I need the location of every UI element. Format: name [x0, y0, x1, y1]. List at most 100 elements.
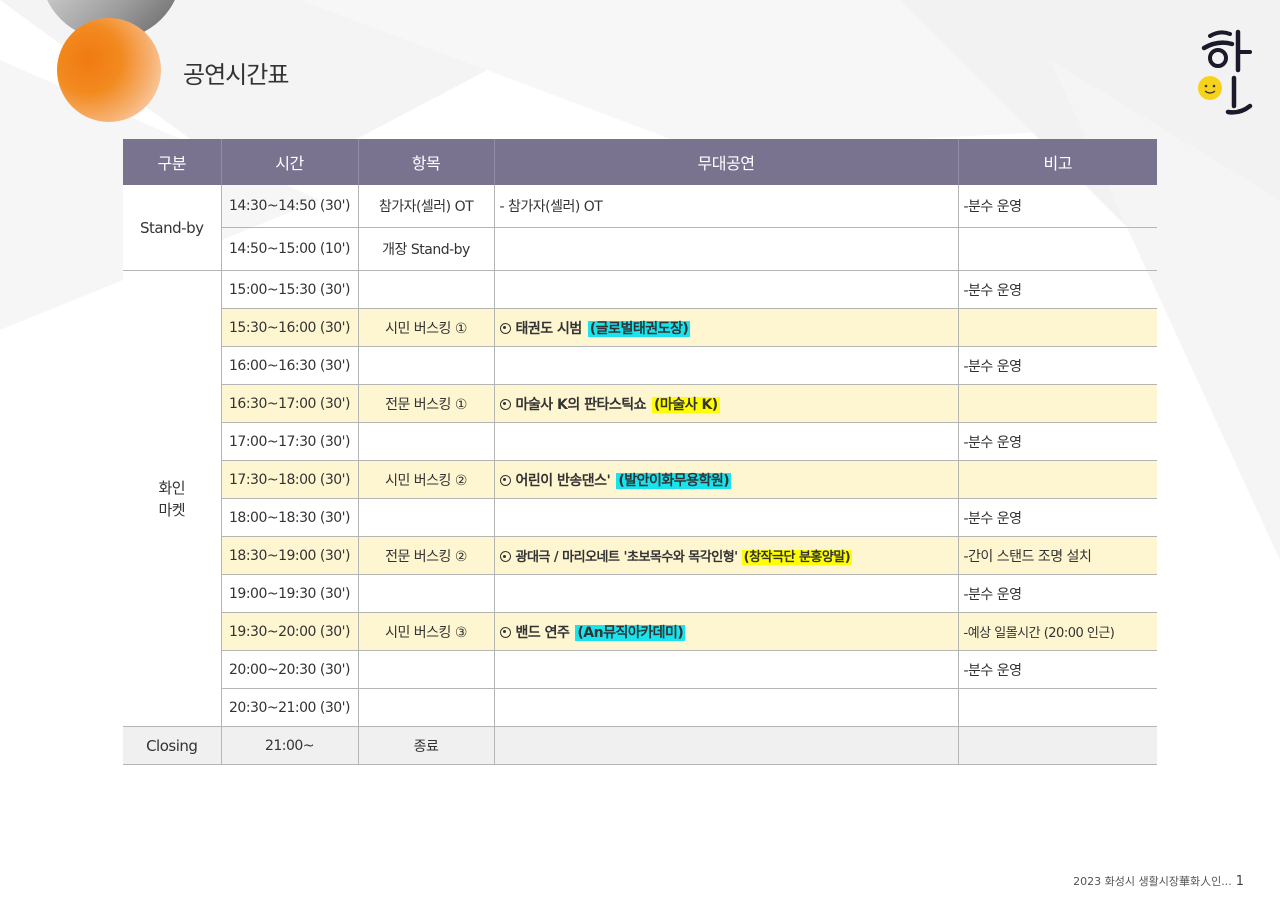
item-cell: 참가자(셀러) OT: [358, 185, 495, 228]
performance-title: 광대극 / 마리오네트 '초보목수와 목각인형': [515, 550, 739, 565]
stage-cell: [494, 422, 959, 461]
table-row: Closing 21:00~ 종료: [123, 726, 1157, 765]
column-header-stage: 무대공연: [494, 139, 959, 185]
circle-dot-icon: [499, 474, 511, 486]
time-cell: 17:00~17:30 (30'): [221, 422, 359, 461]
time-cell: 19:00~19:30 (30'): [221, 574, 359, 613]
hwain-logo-icon: [1198, 29, 1253, 115]
item-cell: [358, 498, 495, 537]
stage-cell: - 참가자(셀러) OT: [494, 185, 959, 228]
stage-cell: [494, 574, 959, 613]
time-cell: 20:00~20:30 (30'): [221, 650, 359, 689]
performance-title: 어린이 반송댄스': [515, 472, 611, 489]
note-cell: [958, 688, 1157, 727]
note-cell: -분수 운영: [958, 422, 1157, 461]
stage-cell: [494, 498, 959, 537]
column-header-note: 비고: [958, 139, 1157, 185]
item-cell: [358, 422, 495, 461]
time-cell: 16:00~16:30 (30'): [221, 346, 359, 385]
column-header-time: 시간: [221, 139, 359, 185]
item-cell: [358, 574, 495, 613]
time-cell: 19:30~20:00 (30'): [221, 612, 359, 651]
table-row: 16:30~17:00 (30') 전문 버스킹 ① 마술사 K의 판타스틱쇼 (…: [123, 384, 1157, 423]
time-cell: 15:00~15:30 (30'): [221, 270, 359, 309]
time-cell: 14:50~15:00 (10'): [221, 227, 359, 271]
table-row: 17:30~18:00 (30') 시민 버스킹 ② 어린이 반송댄스' (발안이…: [123, 460, 1157, 499]
time-cell: 17:30~18:00 (30'): [221, 460, 359, 499]
stage-cell: 밴드 연주 (An뮤직아카데미): [494, 612, 959, 651]
note-cell: -예상 일몰시간 (20:00 인근): [958, 612, 1157, 651]
group-closing: Closing: [123, 726, 222, 765]
item-cell: [358, 688, 495, 727]
time-cell: 14:30~14:50 (30'): [221, 185, 359, 228]
item-cell: [358, 346, 495, 385]
table-row: Stand-by 14:30~14:50 (30') 참가자(셀러) OT - …: [123, 185, 1157, 271]
performance-title: 밴드 연주: [515, 624, 570, 641]
note-cell: -간이 스탠드 조명 설치: [958, 536, 1157, 575]
stage-cell: [494, 688, 959, 727]
table-header-row: 구분 시간 항목 무대공연 비고: [123, 139, 1157, 185]
note-cell: [958, 308, 1157, 347]
table-row: 15:30~16:00 (30') 시민 버스킹 ① 태권도 시범 (글로벌태권도…: [123, 308, 1157, 347]
orange-orb: [57, 18, 161, 122]
item-cell: 시민 버스킹 ①: [358, 308, 495, 347]
table-row: 20:00~20:30 (30') -분수 운영: [123, 650, 1157, 689]
item-cell: 전문 버스킹 ①: [358, 384, 495, 423]
table-row: 18:30~19:00 (30') 전문 버스킹 ② 광대극 / 마리오네트 '…: [123, 536, 1157, 575]
note-cell: [958, 726, 1157, 765]
table-row: 19:30~20:00 (30') 시민 버스킹 ③ 밴드 연주 (An뮤직아카데…: [123, 612, 1157, 651]
item-cell: 개장 Stand-by: [358, 227, 495, 271]
table-row: 14:50~15:00 (10') 개장 Stand-by: [123, 227, 1157, 271]
performer-tag: (발안이화무용학원): [616, 472, 732, 489]
stage-cell: 어린이 반송댄스' (발안이화무용학원): [494, 460, 959, 499]
stage-cell: 광대극 / 마리오네트 '초보목수와 목각인형' (창작극단 분홍양말): [494, 536, 959, 575]
group-standby: Stand-by: [123, 185, 222, 271]
time-cell: 21:00~: [221, 726, 359, 765]
performance-title: 태권도 시범: [515, 320, 583, 337]
stage-cell: 태권도 시범 (글로벌태권도장): [494, 308, 959, 347]
item-cell: 종료: [358, 726, 495, 765]
time-cell: 16:30~17:00 (30'): [221, 384, 359, 423]
note-cell: [958, 227, 1157, 271]
performance-title: 마술사 K의 판타스틱쇼: [515, 396, 647, 413]
group-hwain-market: 화인 마켓: [123, 270, 222, 727]
stage-cell: 마술사 K의 판타스틱쇼 (마술사 K): [494, 384, 959, 423]
note-cell: -분수 운영: [958, 650, 1157, 689]
note-cell: -분수 운영: [958, 185, 1157, 228]
time-cell: 20:30~21:00 (30'): [221, 688, 359, 727]
item-cell: 전문 버스킹 ②: [358, 536, 495, 575]
footer-text: 2023 화성시 생활시장華화人인...: [1073, 875, 1232, 888]
performance-schedule-table: 구분 시간 항목 무대공연 비고 Stand-by 14:30~14:50 (3…: [123, 139, 1157, 765]
footer: 2023 화성시 생활시장華화人인... 1: [1073, 873, 1244, 889]
stage-cell: [494, 270, 959, 309]
table-row: 19:00~19:30 (30') -분수 운영: [123, 574, 1157, 613]
note-cell: -분수 운영: [958, 270, 1157, 309]
performer-tag: (마술사 K): [652, 396, 720, 413]
page-title: 공연시간표: [183, 61, 289, 89]
performer-tag: (글로벌태권도장): [587, 320, 691, 337]
table-row: 20:30~21:00 (30'): [123, 688, 1157, 727]
note-cell: -분수 운영: [958, 574, 1157, 613]
time-cell: 15:30~16:00 (30'): [221, 308, 359, 347]
time-cell: 18:30~19:00 (30'): [221, 536, 359, 575]
table-row: 18:00~18:30 (30') -분수 운영: [123, 498, 1157, 537]
stage-cell: [494, 726, 959, 765]
table-row: 16:00~16:30 (30') -분수 운영: [123, 346, 1157, 385]
stage-cell: [494, 650, 959, 689]
group-label: 화인 마켓: [158, 478, 186, 519]
item-cell: [358, 650, 495, 689]
note-cell: -분수 운영: [958, 346, 1157, 385]
table-row: 화인 마켓 15:00~15:30 (30') -분수 운영: [123, 270, 1157, 727]
performer-tag: (창작극단 분홍양말): [741, 550, 853, 565]
circle-dot-icon: [499, 551, 511, 562]
circle-dot-icon: [499, 398, 511, 410]
item-cell: 시민 버스킹 ③: [358, 612, 495, 651]
item-cell: [358, 270, 495, 309]
column-header-category: 구분: [123, 139, 222, 185]
page-number: 1: [1235, 874, 1244, 889]
note-cell: [958, 460, 1157, 499]
time-cell: 18:00~18:30 (30'): [221, 498, 359, 537]
circle-dot-icon: [499, 322, 511, 334]
performer-tag: (An뮤직아카데미): [575, 624, 686, 641]
item-cell: 시민 버스킹 ②: [358, 460, 495, 499]
